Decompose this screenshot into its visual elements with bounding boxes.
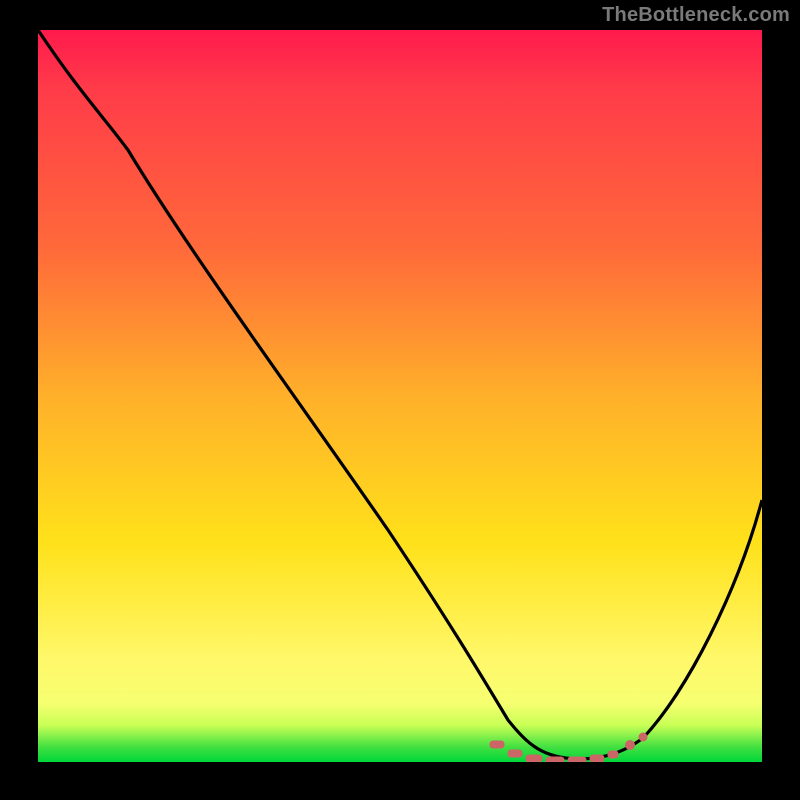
watermark-text: TheBottleneck.com — [602, 4, 790, 27]
plot-area — [38, 30, 762, 762]
highlight-markers — [490, 733, 647, 762]
chart-frame: TheBottleneck.com — [0, 0, 800, 800]
curve-layer — [38, 30, 762, 762]
bottleneck-curve — [38, 30, 762, 759]
